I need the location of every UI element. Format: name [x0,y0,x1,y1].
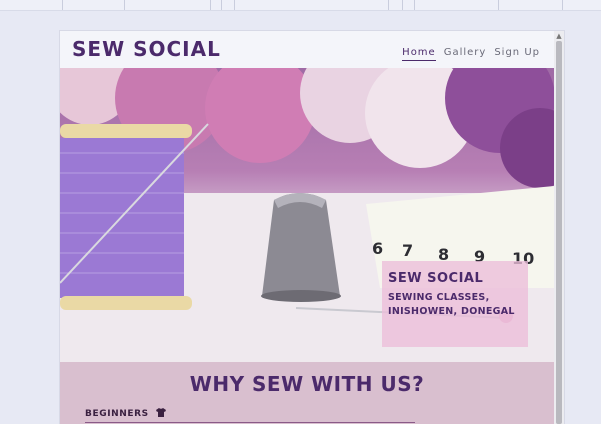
thread-spool [60,138,184,298]
nav-gallery-link[interactable]: Gallery [444,47,487,61]
nav-home-link[interactable]: Home [402,47,436,61]
tab-divider [62,0,63,10]
divider-line [85,422,415,423]
scroll-up-arrow-icon[interactable]: ▲ [554,31,564,41]
level-label: BEGINNERS [85,409,149,419]
tab-divider [124,0,125,10]
hero-subtitle: SEWING CLASSES, INISHOWEN, DONEGAL [388,292,515,317]
thimble-rim [261,290,341,302]
hero-title: SEW SOCIAL [388,271,484,286]
scroll-thumb[interactable] [556,41,562,424]
tab-divider [562,0,563,10]
tape-number: 7 [402,241,413,260]
tab-divider [234,0,235,10]
tab-divider [221,0,222,10]
spool-top [60,124,192,138]
site-header: SEW SOCIAL Home Gallery Sign Up [60,31,554,68]
tshirt-icon [155,408,166,417]
beginners-label: BEGINNERS [85,408,166,419]
tab-divider [402,0,403,10]
tab-divider [210,0,211,10]
browser-tab-strip [0,0,601,11]
section-heading: WHY SEW WITH US? [189,372,425,396]
spool-bottom [60,296,192,310]
hero-banner: 6 7 8 9 10 SEW SOCIAL SEWING CLASSES, IN… [60,68,554,362]
main-nav: Home Gallery Sign Up [402,47,540,61]
hero-caption-box: SEW SOCIAL SEWING CLASSES, INISHOWEN, DO… [382,261,528,347]
tape-number: 6 [372,239,383,258]
page-scrollbar[interactable]: ▲ [554,31,564,424]
page-viewport: SEW SOCIAL Home Gallery Sign Up 6 7 8 9 … [60,31,564,424]
nav-signup-link[interactable]: Sign Up [494,47,540,61]
site-logo[interactable]: SEW SOCIAL [72,37,221,61]
tab-divider [414,0,415,10]
tab-divider [388,0,389,10]
tab-divider [498,0,499,10]
rose-shape [205,68,315,163]
why-section: WHY SEW WITH US? BEGINNERS [60,362,554,424]
